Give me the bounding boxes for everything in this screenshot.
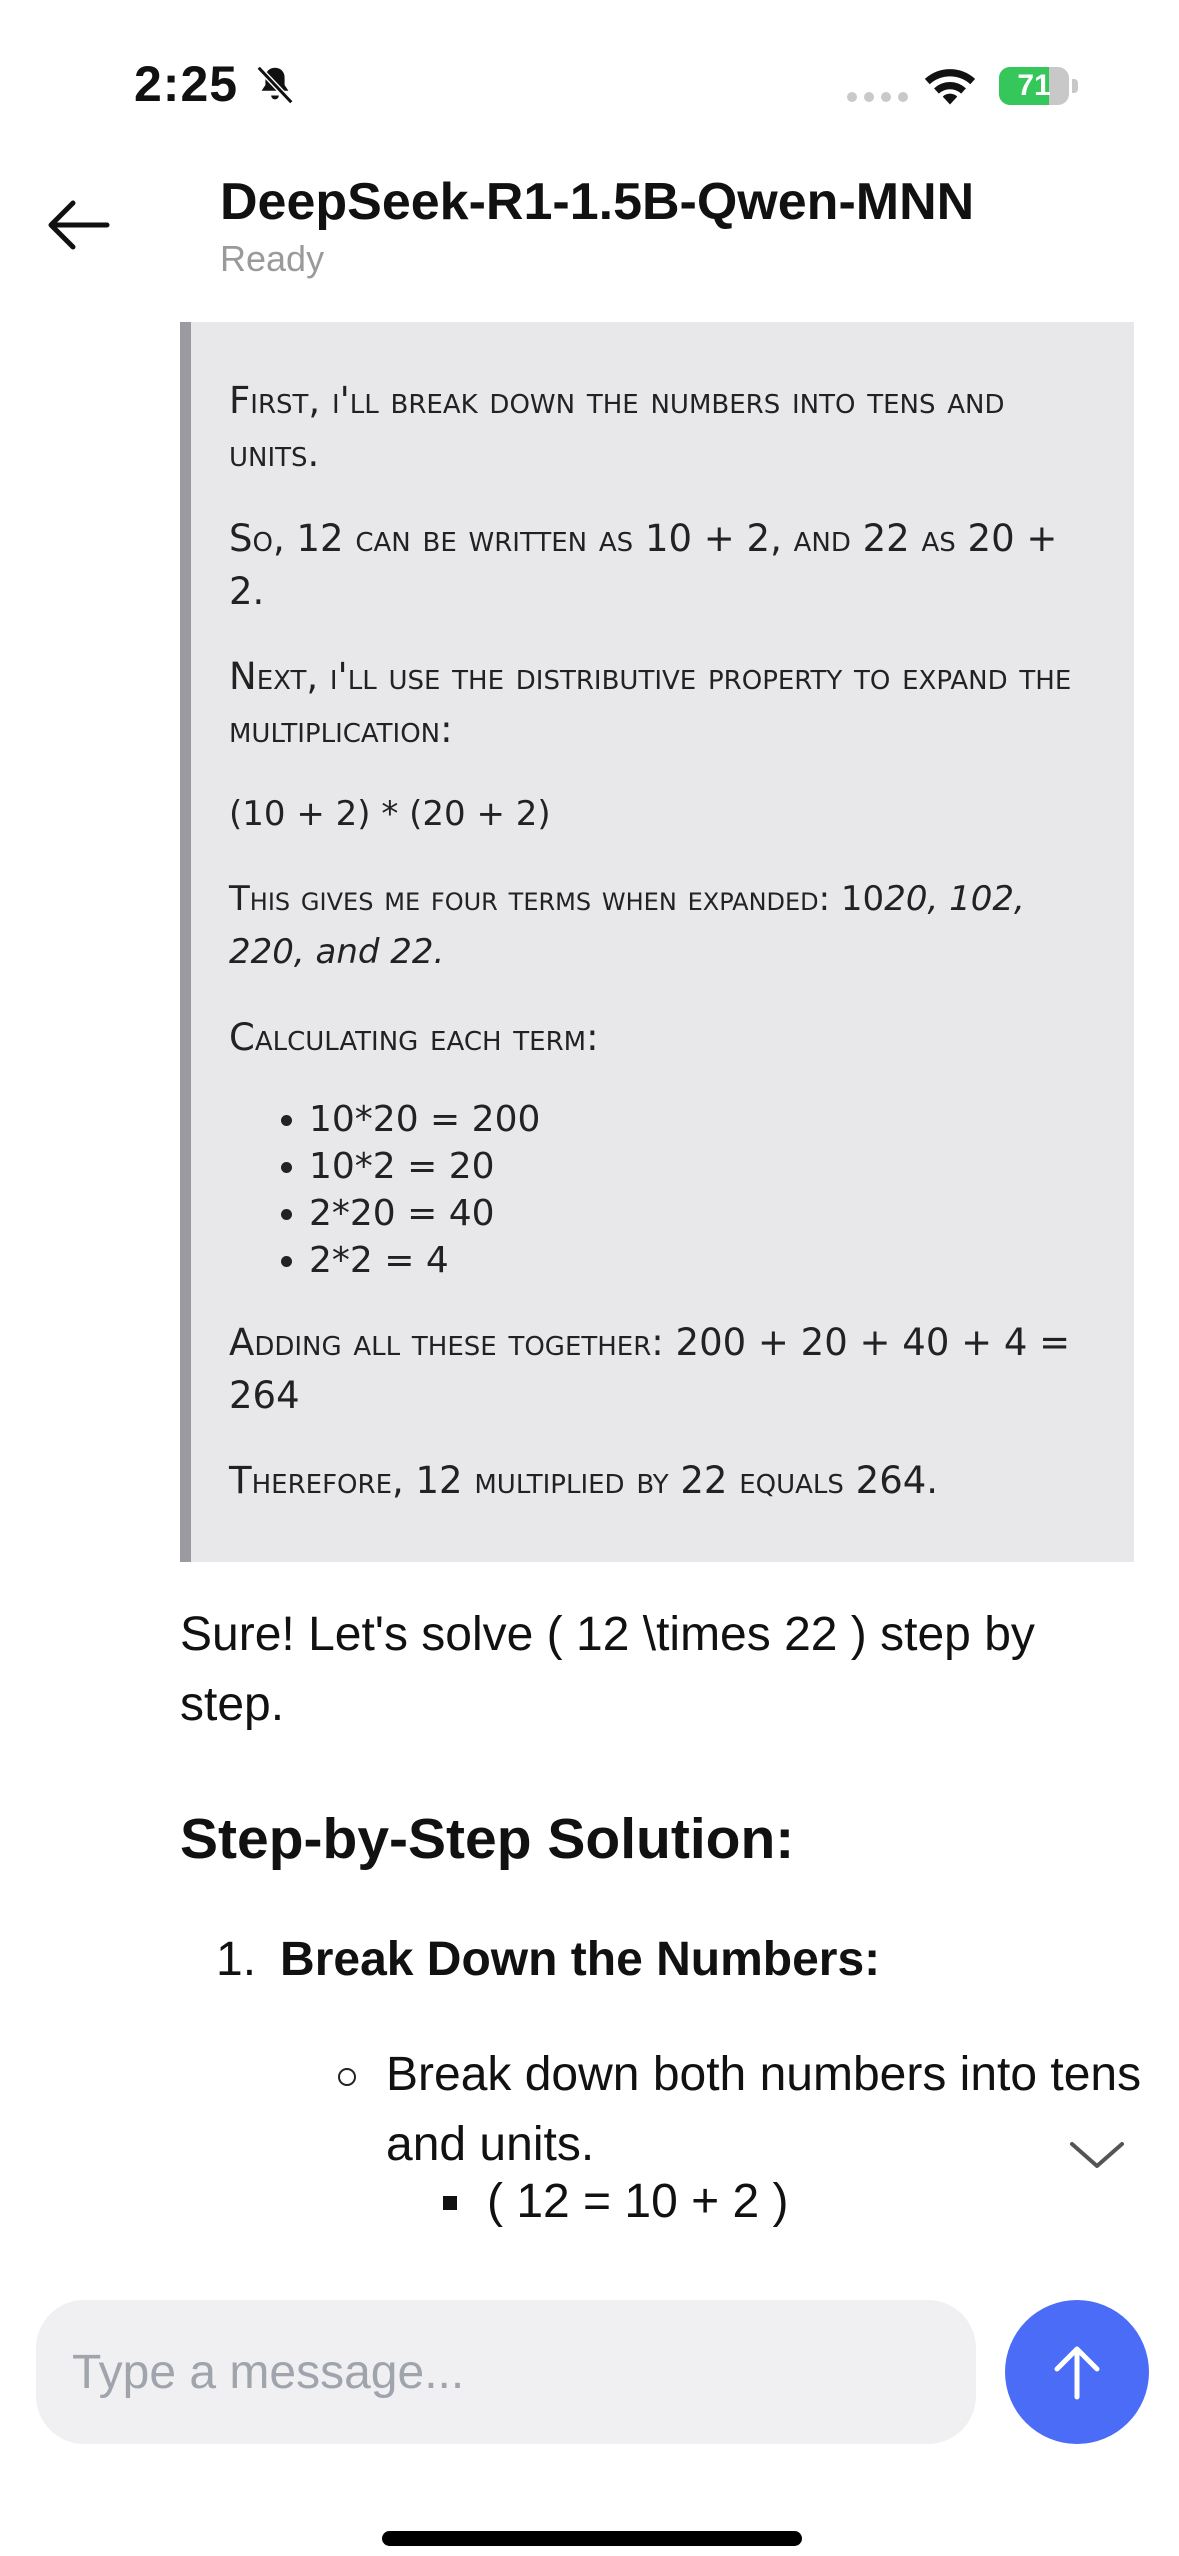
list-item: 10*20 = 200 (309, 1096, 1078, 1143)
status-bar: 2:25 71 (0, 0, 1179, 170)
list-item: 10*2 = 20 (309, 1143, 1078, 1190)
thinking-paragraph: First, I'll break down the numbers into … (229, 379, 1005, 475)
status-time: 2:25 (134, 56, 239, 112)
list-item: 2*2 = 4 (309, 1237, 1078, 1284)
scroll-down-button[interactable] (1062, 2130, 1132, 2180)
thinking-paragraph: Next, I'll use the distributive property… (229, 655, 1072, 751)
step-number: 1. (216, 1933, 257, 1986)
back-button[interactable] (38, 190, 118, 260)
list-item: 2*20 = 40 (309, 1190, 1078, 1237)
answer-intro: Sure! Let's solve ( 12 \times 22 ) step … (180, 1608, 1035, 1731)
home-indicator (382, 2531, 802, 2546)
cellular-signal-icon (847, 92, 908, 102)
chat-title: DeepSeek-R1-1.5B-Qwen-MNN (220, 173, 975, 231)
thinking-block: First, I'll break down the numbers into … (180, 322, 1134, 1562)
thinking-paragraph: Adding all these together: 200 + 20 + 40… (229, 1321, 1071, 1417)
bell-slash-icon (256, 65, 294, 105)
message-input-container (36, 2300, 976, 2444)
wifi-icon (924, 69, 976, 105)
list-item: Break down both numbers into tens and un… (338, 2040, 1166, 2180)
thinking-expression: (10 + 2) * (20 + 2) (229, 794, 551, 834)
step-item: 1. Break Down the Numbers: (216, 1932, 880, 1987)
arrow-left-icon (48, 200, 110, 250)
thinking-paragraph: This gives me four terms when expanded: … (229, 873, 1078, 979)
send-button[interactable] (1005, 2300, 1149, 2444)
arrow-up-icon (1054, 2346, 1100, 2400)
chevron-down-icon (1070, 2142, 1124, 2168)
battery-icon: 71 (999, 67, 1079, 105)
section-heading: Step-by-Step Solution: (180, 1807, 795, 1871)
thinking-paragraph: So, 12 can be written as 10 + 2, and 22 … (229, 517, 1058, 613)
step-title: Break Down the Numbers: (280, 1933, 881, 1986)
model-status: Ready (220, 238, 325, 279)
message-input[interactable] (36, 2300, 976, 2444)
thinking-paragraph: Therefore, 12 multiplied by 22 equals 26… (229, 1459, 939, 1502)
thinking-paragraph: Calculating each term: (229, 1016, 599, 1059)
terms-list: 10*20 = 200 10*2 = 20 2*20 = 40 2*2 = 4 (229, 1096, 1078, 1284)
list-item: ( 12 = 10 + 2 ) (443, 2170, 789, 2234)
thinking-text: This gives me four terms when expanded: … (229, 879, 885, 919)
battery-level: 71 (1017, 69, 1051, 102)
